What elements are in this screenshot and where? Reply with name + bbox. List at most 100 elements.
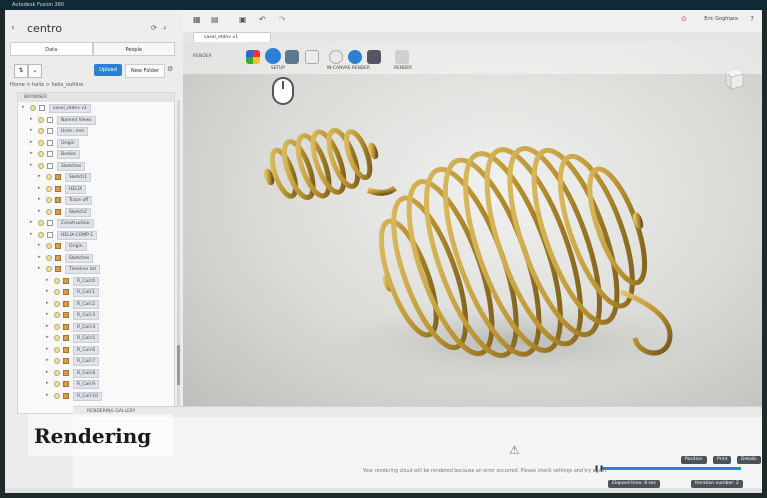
chevron-down-icon[interactable]: ⌄: [28, 64, 42, 78]
workspace-switcher[interactable]: RENDER: [193, 50, 227, 64]
tree-row[interactable]: ▸ R_Coil:7: [18, 355, 174, 367]
visibility-icon[interactable]: [30, 105, 36, 111]
back-arrow-icon[interactable]: ‹: [11, 23, 15, 33]
expand-icon[interactable]: ▸: [38, 252, 41, 264]
tree-row[interactable]: ▸ R_Coil:8: [18, 367, 174, 379]
visibility-icon[interactable]: [54, 289, 60, 295]
tree-row[interactable]: ▸ Sketch1: [18, 171, 174, 183]
visibility-icon[interactable]: [54, 381, 60, 387]
tree-row[interactable]: ▸ Timeline list: [18, 263, 174, 275]
render-teapot-icon[interactable]: [395, 50, 409, 64]
visibility-icon[interactable]: [54, 392, 60, 399]
tab-data[interactable]: Data: [10, 42, 93, 56]
breadcrumb[interactable]: Home > helix > helix_outline: [10, 82, 83, 88]
canvas-viewport[interactable]: [183, 42, 762, 414]
expand-icon[interactable]: ▸: [38, 263, 41, 275]
tree-row[interactable]: ▸ R_Coil:1: [18, 286, 174, 298]
new-folder-button[interactable]: New Folder: [125, 64, 165, 78]
scrollbar-thumb[interactable]: [177, 345, 180, 385]
visibility-icon[interactable]: [46, 208, 52, 215]
expand-icon[interactable]: ▸: [46, 286, 49, 298]
expand-icon[interactable]: ▸: [30, 125, 33, 137]
expand-icon[interactable]: ▸: [46, 344, 49, 356]
file-icon[interactable]: ▤: [211, 15, 219, 24]
visibility-icon[interactable]: [54, 335, 60, 341]
expand-icon[interactable]: ▸: [30, 114, 33, 126]
expand-icon[interactable]: ▸: [38, 206, 41, 218]
tree-row[interactable]: ▸ vasel_etdnv v1: [18, 102, 174, 114]
expand-icon[interactable]: ▸: [30, 229, 33, 241]
expand-icon[interactable]: ▸: [30, 137, 33, 149]
redo-icon[interactable]: ↷: [279, 15, 286, 24]
help-icon[interactable]: ?: [750, 15, 754, 23]
tree-row[interactable]: ▸ Sketch2: [18, 206, 174, 218]
expand-icon[interactable]: ▸: [30, 148, 33, 160]
visibility-icon[interactable]: [38, 128, 44, 134]
tree-row[interactable]: ▸ R_Coil:6: [18, 344, 174, 356]
visibility-icon[interactable]: [38, 231, 44, 238]
grid-menu-icon[interactable]: ▦: [193, 15, 201, 24]
visibility-icon[interactable]: [54, 369, 60, 376]
expand-icon[interactable]: ▸: [46, 332, 49, 344]
tree-row[interactable]: ▸ R_Coil:5: [18, 332, 174, 344]
visibility-icon[interactable]: [54, 312, 60, 318]
expand-icon[interactable]: ▸: [22, 102, 25, 114]
tree-row[interactable]: ▸ Origin: [18, 240, 174, 252]
visibility-icon[interactable]: [54, 323, 60, 330]
search-icon[interactable]: ⌕: [163, 24, 167, 33]
tree-row[interactable]: ▸ Origin: [18, 137, 174, 149]
visibility-icon[interactable]: [46, 174, 52, 180]
tree-row[interactable]: ▸ Bodies: [18, 148, 174, 160]
tree-row[interactable]: ▸ R_Coil:10: [18, 390, 174, 402]
expand-icon[interactable]: ▸: [46, 378, 49, 390]
expand-icon[interactable]: ▸: [38, 240, 41, 252]
environment-icon[interactable]: [285, 50, 299, 64]
expand-icon[interactable]: ▸: [46, 355, 49, 367]
visibility-icon[interactable]: [38, 220, 44, 226]
expand-icon[interactable]: ▸: [46, 309, 49, 321]
visibility-icon[interactable]: [46, 197, 52, 203]
expand-icon[interactable]: ▸: [30, 217, 33, 229]
tree-row[interactable]: ▸ R_Coil:9: [18, 378, 174, 390]
visibility-icon[interactable]: [46, 266, 52, 272]
expand-icon[interactable]: ▸: [30, 160, 33, 172]
render-sphere-icon[interactable]: [329, 50, 343, 64]
visibility-icon[interactable]: [38, 116, 44, 123]
undo-icon[interactable]: ↶: [259, 15, 266, 24]
visibility-icon[interactable]: [54, 346, 60, 353]
tree-row[interactable]: ▸ Trace off: [18, 194, 174, 206]
expand-icon[interactable]: ▸: [38, 194, 41, 206]
save-icon[interactable]: ▣: [239, 15, 247, 24]
details-button[interactable]: Details: [737, 456, 761, 464]
visibility-icon[interactable]: [54, 300, 60, 307]
scene-settings-icon[interactable]: [265, 48, 281, 64]
position-button[interactable]: Position: [681, 456, 707, 464]
tree-row[interactable]: ▸ HELIX: [18, 183, 174, 195]
visibility-icon[interactable]: [38, 162, 44, 169]
refresh-icon[interactable]: ⟳: [151, 24, 157, 32]
gear-icon[interactable]: [348, 50, 362, 64]
visibility-icon[interactable]: [54, 277, 60, 284]
appearance-icon[interactable]: [246, 50, 260, 64]
tree-row[interactable]: ▸ R_Coil:0: [18, 275, 174, 287]
tree-row[interactable]: ▸ Sketches: [18, 160, 174, 172]
tree-row[interactable]: ▸ HELIX-COMP:1: [18, 229, 174, 241]
tree-row[interactable]: ▸ R_Coil:4: [18, 321, 174, 333]
expand-icon[interactable]: ▸: [46, 367, 49, 379]
settings-icon[interactable]: ⚙: [167, 65, 173, 73]
expand-icon[interactable]: ▸: [46, 275, 49, 287]
expand-icon[interactable]: ▸: [38, 171, 41, 183]
tree-row[interactable]: ▸ Named Views: [18, 114, 174, 126]
visibility-icon[interactable]: [46, 185, 52, 192]
visibility-icon[interactable]: [46, 254, 52, 261]
visibility-icon[interactable]: [38, 151, 44, 157]
tree-row[interactable]: ▸ Units: mm: [18, 125, 174, 137]
tree-row[interactable]: ▸ R_Coil:3: [18, 309, 174, 321]
print-button[interactable]: Print: [713, 456, 732, 464]
visibility-icon[interactable]: [38, 139, 44, 146]
tab-people[interactable]: People: [92, 42, 175, 56]
tree-row[interactable]: ▸ Construction: [18, 217, 174, 229]
expand-icon[interactable]: ▸: [46, 298, 49, 310]
canvas-render-icon[interactable]: [367, 50, 381, 64]
user-menu[interactable]: Eric Goghiara: [704, 16, 738, 22]
